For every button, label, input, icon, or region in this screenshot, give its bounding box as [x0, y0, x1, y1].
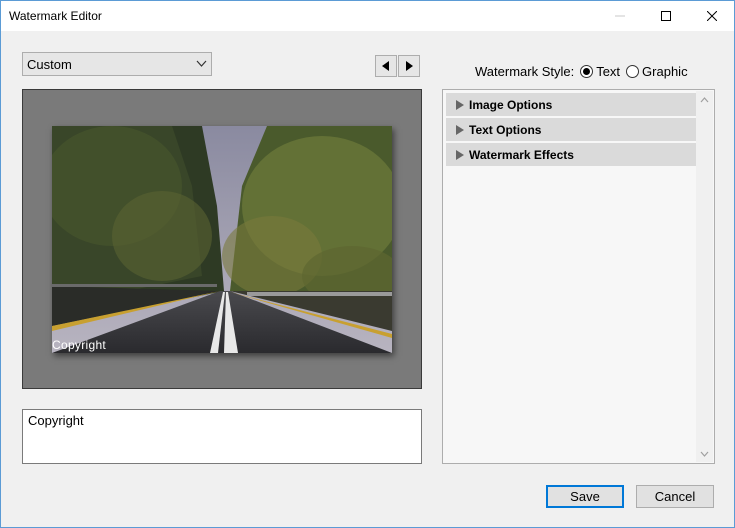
- preview-photo: Copyright: [52, 126, 392, 353]
- watermark-style-group: Watermark Style: Text Graphic: [475, 62, 688, 80]
- scroll-down-button[interactable]: [696, 445, 713, 462]
- watermark-text-input[interactable]: Copyright: [22, 409, 422, 464]
- preset-selected-value: Custom: [27, 56, 72, 72]
- radio-dot: [583, 67, 591, 75]
- options-scrollbar[interactable]: [696, 91, 713, 462]
- minimize-button[interactable]: [597, 1, 643, 31]
- radio-graphic[interactable]: [626, 64, 640, 78]
- triangle-right-icon: [456, 124, 464, 135]
- watermark-editor-window: Watermark Editor Custom Watermark Style:…: [0, 0, 735, 528]
- close-icon: [707, 11, 717, 21]
- road-photo-image: [52, 126, 392, 353]
- maximize-icon: [661, 11, 671, 21]
- watermark-overlay-text: Copyright: [52, 338, 107, 352]
- cancel-button[interactable]: Cancel: [636, 485, 714, 508]
- chevron-down-icon: [700, 451, 709, 457]
- section-label: Image Options: [469, 97, 553, 112]
- options-panel: Image Options Text Options Watermark Eff…: [442, 89, 715, 464]
- chevron-down-icon: [196, 60, 207, 67]
- previous-preset-button[interactable]: [375, 55, 397, 77]
- title-bar: Watermark Editor: [1, 1, 734, 31]
- watermark-style-label: Watermark Style:: [475, 63, 575, 79]
- triangle-right-icon: [456, 99, 464, 110]
- window-title: Watermark Editor: [9, 9, 102, 23]
- triangle-right-icon: [406, 61, 413, 71]
- save-button[interactable]: Save: [546, 485, 624, 508]
- triangle-left-icon: [382, 61, 389, 71]
- radio-graphic-label[interactable]: Graphic: [642, 64, 688, 79]
- next-preset-button[interactable]: [398, 55, 420, 77]
- maximize-button[interactable]: [643, 1, 689, 31]
- section-label: Text Options: [469, 122, 542, 137]
- triangle-right-icon: [456, 149, 464, 160]
- minimize-icon: [615, 15, 625, 17]
- section-watermark-effects[interactable]: Watermark Effects: [446, 143, 697, 166]
- chevron-up-icon: [700, 96, 709, 102]
- preset-dropdown[interactable]: Custom: [22, 52, 212, 76]
- close-button[interactable]: [689, 1, 735, 31]
- section-image-options[interactable]: Image Options: [446, 93, 697, 116]
- preview-area: Copyright: [22, 89, 422, 389]
- section-label: Watermark Effects: [469, 147, 574, 162]
- radio-text-label[interactable]: Text: [596, 64, 620, 79]
- scroll-up-button[interactable]: [696, 91, 713, 108]
- radio-text[interactable]: [580, 64, 594, 78]
- section-text-options[interactable]: Text Options: [446, 118, 697, 141]
